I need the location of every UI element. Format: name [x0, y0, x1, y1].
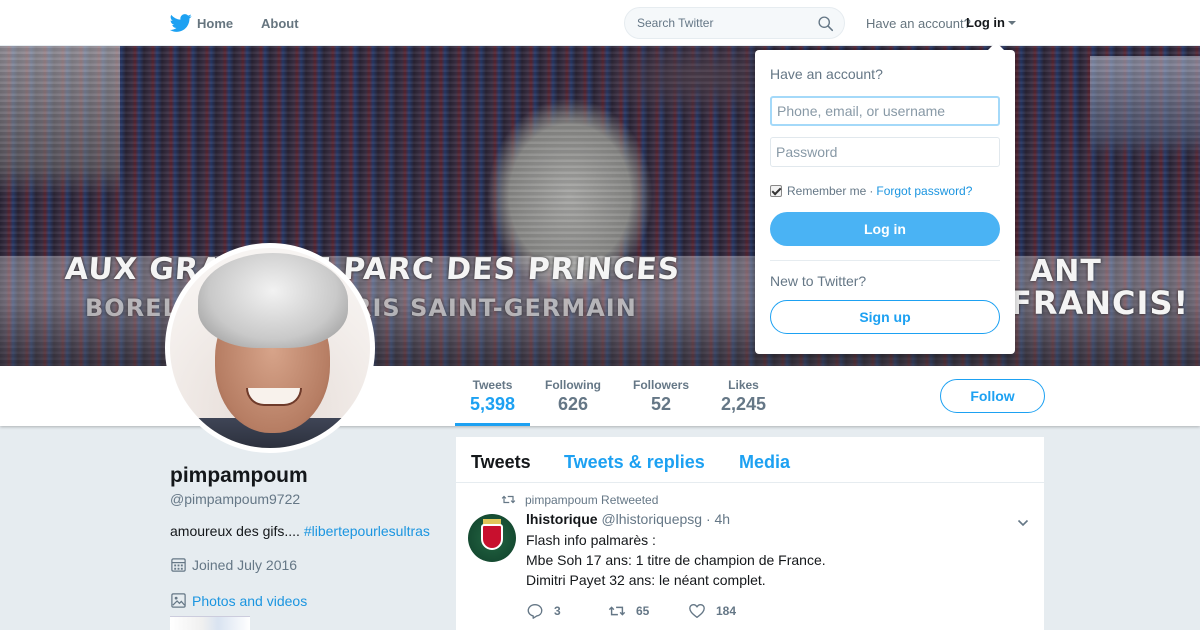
joined-text: Joined July 2016	[192, 556, 298, 573]
tab-tweets[interactable]: Tweets	[471, 452, 531, 473]
profile-bio: amoureux des gifs.... #libertepourlesult…	[170, 523, 430, 539]
tweet-author-handle[interactable]: @lhistoriquepsg	[601, 511, 702, 527]
tweet-author-name[interactable]: lhistorique	[526, 511, 598, 527]
stat-label: Tweets	[472, 378, 513, 392]
nav-home-link[interactable]: Home	[170, 12, 233, 34]
follow-button[interactable]: Follow	[940, 379, 1045, 413]
login-dropdown-toggle[interactable]: Log in	[966, 15, 1005, 30]
tweet-header: lhistorique @lhistoriquepsg · 4h	[526, 511, 730, 527]
retweet-context-text[interactable]: pimpampoum Retweeted	[525, 493, 658, 507]
tweet-text-line: Mbe Soh 17 ans: 1 titre de champion de F…	[526, 552, 826, 568]
bio-text: amoureux des gifs....	[170, 523, 300, 539]
profile-joined: Joined July 2016	[170, 556, 297, 573]
timeline-tabs: Tweets Tweets & replies Media	[456, 437, 1044, 483]
remember-me-checkbox[interactable]	[770, 185, 782, 197]
profile-name[interactable]: pimpampoum	[170, 464, 308, 488]
search-box[interactable]	[624, 7, 845, 39]
twitter-bird-icon	[170, 14, 192, 32]
reply-action[interactable]: 3	[526, 602, 561, 620]
separator-dot: ·	[869, 184, 874, 198]
media-thumbnail[interactable]	[170, 616, 250, 630]
image-icon	[171, 593, 186, 608]
retweet-context: pimpampoum Retweeted	[501, 492, 658, 507]
reply-icon	[527, 604, 543, 619]
retweet-action[interactable]: 65	[608, 602, 649, 620]
profile-handle[interactable]: @pimpampoum9722	[170, 491, 300, 507]
stat-value: 5,398	[470, 394, 516, 414]
stat-tweets[interactable]: Tweets 5,398	[470, 378, 515, 415]
banner-text: FRANCIS!	[1010, 284, 1190, 322]
remember-me-row: Remember me · Forgot password?	[770, 184, 972, 198]
calendar-icon	[171, 558, 186, 572]
stat-value: 2,245	[721, 394, 767, 414]
avatar-detail	[481, 524, 503, 550]
retweet-icon	[608, 606, 626, 616]
dropdown-title: Have an account?	[770, 66, 883, 82]
reply-count: 3	[554, 604, 561, 618]
divider	[770, 260, 1000, 261]
stat-label: Followers	[633, 378, 690, 392]
retweet-count: 65	[636, 604, 650, 618]
bio-hashtag-link[interactable]: #libertepourlesultras	[304, 523, 430, 539]
heart-icon	[689, 604, 705, 618]
like-count: 184	[716, 604, 737, 618]
tab-tweets-replies[interactable]: Tweets & replies	[564, 452, 705, 473]
stat-value: 626	[557, 394, 589, 414]
search-icon[interactable]	[817, 15, 834, 32]
avatar-detail	[198, 253, 348, 348]
nav-about-link[interactable]: About	[261, 16, 299, 31]
new-to-twitter-text: New to Twitter?	[770, 273, 867, 289]
stat-value: 52	[650, 394, 672, 414]
stat-likes[interactable]: Likes 2,245	[721, 378, 766, 415]
remember-me-label[interactable]: Remember me	[787, 184, 866, 198]
like-action[interactable]: 184	[688, 602, 736, 620]
timeline: Tweets Tweets & replies Media pimpampoum…	[456, 437, 1044, 630]
tweet-timestamp[interactable]: · 4h	[706, 511, 730, 527]
banner-text: AUX GRA ES LE PARC DES PRINCES	[63, 252, 682, 287]
profile-avatar[interactable]	[165, 243, 375, 453]
photos-videos-label: Photos and videos	[192, 592, 308, 609]
have-account-text: Have an account?	[866, 16, 971, 31]
tweet-text-line: Flash info palmarès :	[526, 532, 656, 548]
signup-button[interactable]: Sign up	[770, 300, 1000, 334]
chevron-down-icon[interactable]	[1017, 517, 1029, 529]
top-nav-bar: Home About Have an account? Log in	[0, 0, 1200, 46]
login-button[interactable]: Log in	[770, 212, 1000, 246]
nav-home-label: Home	[197, 15, 234, 31]
stat-label: Likes	[728, 378, 759, 392]
login-dropdown: Have an account? Remember me · Forgot pa…	[755, 42, 1015, 354]
username-input[interactable]	[770, 96, 1000, 126]
stat-label: Following	[545, 378, 601, 392]
search-input[interactable]	[637, 16, 807, 30]
caret-down-icon[interactable]	[1008, 21, 1016, 25]
avatar-photo	[170, 248, 370, 448]
tweet-author-avatar[interactable]	[468, 514, 516, 562]
forgot-password-link[interactable]: Forgot password?	[876, 184, 972, 198]
tweet-text-line: Dimitri Payet 32 ans: le néant complet.	[526, 572, 766, 588]
photos-videos-link[interactable]: Photos and videos	[170, 592, 307, 609]
tab-media[interactable]: Media	[739, 452, 790, 473]
stat-followers[interactable]: Followers 52	[633, 378, 689, 415]
active-stat-indicator	[455, 423, 530, 426]
stat-following[interactable]: Following 626	[545, 378, 601, 415]
retweet-icon	[501, 495, 516, 504]
password-input[interactable]	[770, 137, 1000, 167]
